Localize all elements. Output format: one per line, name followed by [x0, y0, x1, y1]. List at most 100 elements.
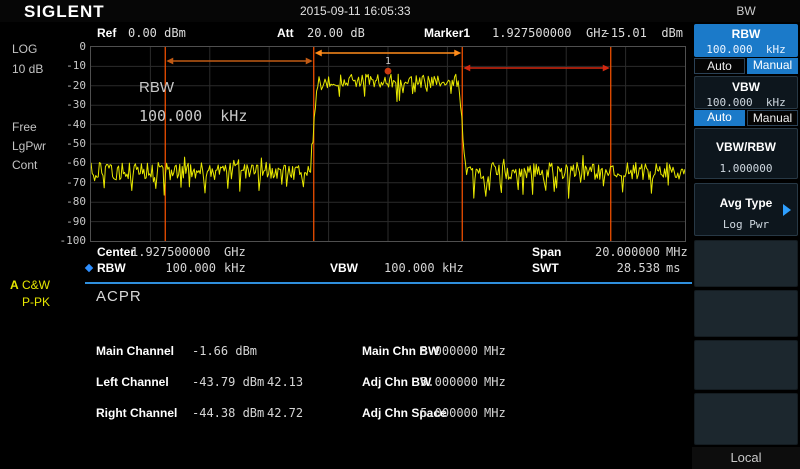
status-avgtype: LgPwr	[12, 139, 46, 153]
top-bar: SIGLENT 2015-09-11 16:05:33 BW	[0, 0, 800, 22]
y-tick-label: -70	[56, 176, 86, 189]
softkey-panel: RBW 100.000 kHz Auto Manual VBW 100.000 …	[692, 22, 800, 469]
rbw-label: RBW	[97, 261, 126, 275]
marker-amplitude: -15.01 dBm	[590, 26, 683, 40]
y-axis: 0-10-20-30-40-50-60-70-80-90-100	[54, 46, 86, 240]
y-tick-label: -30	[56, 98, 86, 111]
att-value: 20.00 dB	[307, 26, 365, 40]
main-chn-bw-value: 5.000000	[400, 344, 478, 358]
datetime: 2015-09-11 16:05:33	[300, 4, 411, 18]
acpr-main-label: Main Channel	[96, 344, 174, 358]
vbw-auto-manual-toggle: Auto Manual	[694, 110, 798, 126]
rbw-toggle-auto[interactable]: Auto	[694, 58, 745, 74]
spectrum-plot: 1	[91, 47, 685, 241]
softkey-menu-title: BW	[692, 4, 800, 18]
rbw-annotation-label: RBW	[139, 79, 174, 96]
main-channel-arrow-head	[454, 50, 461, 57]
marker-dot	[385, 68, 392, 75]
y-tick-label: -20	[56, 79, 86, 92]
swt-value: 28.538	[560, 261, 660, 275]
right-channel-arrow-head	[603, 65, 610, 72]
rbw-toggle-manual[interactable]: Manual	[747, 58, 798, 74]
span-unit: MHz	[666, 245, 688, 259]
status-trigger: Free	[12, 120, 37, 134]
vbw-toggle-auto[interactable]: Auto	[694, 110, 745, 126]
y-tick-label: 0	[56, 40, 86, 53]
att-label: Att	[277, 26, 294, 40]
softkey-rbw-title: RBW	[694, 27, 798, 41]
vbw-value: 100.000	[384, 261, 435, 275]
swt-label: SWT	[532, 261, 559, 275]
adj-chn-bw-value: 5.000000	[400, 375, 478, 389]
acpr-left-value: -43.79 dBm	[192, 375, 264, 389]
rbw-auto-manual-toggle: Auto Manual	[694, 58, 798, 74]
acpr-left-label: Left Channel	[96, 375, 169, 389]
acpr-main-value: -1.66 dBm	[192, 344, 257, 358]
trace-mode: C&W	[22, 278, 50, 292]
acpr-right-label: Right Channel	[96, 406, 177, 420]
marker-frequency: 1.927500000	[492, 26, 571, 40]
center-value: 1.927500000	[131, 245, 210, 259]
ref-label: Ref	[97, 26, 116, 40]
status-log: LOG	[12, 42, 37, 56]
acpr-right-ratio: 42.72	[267, 406, 303, 420]
y-tick-label: -80	[56, 195, 86, 208]
center-unit: GHz	[224, 245, 246, 259]
y-tick-label: -10	[56, 59, 86, 72]
graticule: 1 RBW 100.000 kHz	[90, 46, 686, 242]
rbw-marker-diamond-icon	[85, 264, 93, 272]
left-channel-arrow-head	[306, 58, 313, 65]
span-value: 20.000000	[560, 245, 660, 259]
softkey-empty-4	[694, 393, 798, 445]
marker-label: Marker1	[424, 26, 470, 40]
vbw-toggle-manual[interactable]: Manual	[747, 110, 798, 126]
acpr-left-ratio: 42.13	[267, 375, 303, 389]
y-tick-label: -60	[56, 156, 86, 169]
softkey-empty-3	[694, 340, 798, 390]
brand-logo: SIGLENT	[24, 2, 105, 22]
y-tick-label: -50	[56, 137, 86, 150]
y-tick-label: -90	[56, 215, 86, 228]
main-channel-arrow-head	[315, 50, 322, 57]
vbw-unit: kHz	[442, 261, 464, 275]
softkey-vbw-value: 100.000 kHz	[695, 96, 797, 109]
y-tick-label: -100	[56, 234, 86, 247]
rbw-annotation-value: 100.000 kHz	[139, 107, 247, 125]
softkey-rbw-value: 100.000 kHz	[694, 43, 798, 56]
main-chn-bw-unit: MHz	[484, 344, 506, 358]
status-sweep: Cont	[12, 158, 37, 172]
status-scale: 10 dB	[12, 62, 43, 76]
ref-value: 0.00 dBm	[128, 26, 186, 40]
right-channel-arrow-head	[463, 65, 470, 72]
softkey-vbw[interactable]: VBW 100.000 kHz	[694, 76, 798, 109]
span-label: Span	[532, 245, 561, 259]
softkey-empty-2	[694, 290, 798, 337]
trace-label: A	[10, 278, 19, 292]
center-label: Center	[97, 245, 135, 259]
softkey-avg-type-value: Log Pwr	[695, 218, 797, 231]
local-status: Local	[692, 447, 800, 469]
softkey-vbw-rbw[interactable]: VBW/RBW 1.000000	[694, 128, 798, 179]
vbw-label: VBW	[330, 261, 358, 275]
detector-mode: P-PK	[22, 295, 50, 309]
softkey-rbw[interactable]: RBW 100.000 kHz	[694, 24, 798, 57]
swt-unit: ms	[666, 261, 680, 275]
acpr-title: ACPR	[96, 288, 142, 305]
acpr-separator	[85, 282, 692, 284]
softkey-vbw-title: VBW	[695, 80, 797, 94]
softkey-avg-type[interactable]: Avg Type Log Pwr	[694, 183, 798, 236]
rbw-value: 100.000	[130, 261, 216, 275]
adj-chn-space-value: 5.000000	[400, 406, 478, 420]
softkey-empty-1	[694, 240, 798, 287]
adj-chn-space-unit: MHz	[484, 406, 506, 420]
main-display: LOG 10 dB Free LgPwr Cont A C&W P-PK Ref…	[0, 22, 692, 469]
submenu-arrow-icon	[783, 204, 791, 216]
softkey-vbw-rbw-value: 1.000000	[695, 162, 797, 175]
left-channel-arrow-head	[166, 58, 173, 65]
softkey-vbw-rbw-title: VBW/RBW	[695, 140, 797, 154]
rbw-unit: kHz	[224, 261, 246, 275]
acpr-right-value: -44.38 dBm	[192, 406, 264, 420]
spectrum-analyzer-screen: SIGLENT 2015-09-11 16:05:33 BW LOG 10 dB…	[0, 0, 800, 469]
y-tick-label: -40	[56, 118, 86, 131]
adj-chn-bw-unit: MHz	[484, 375, 506, 389]
